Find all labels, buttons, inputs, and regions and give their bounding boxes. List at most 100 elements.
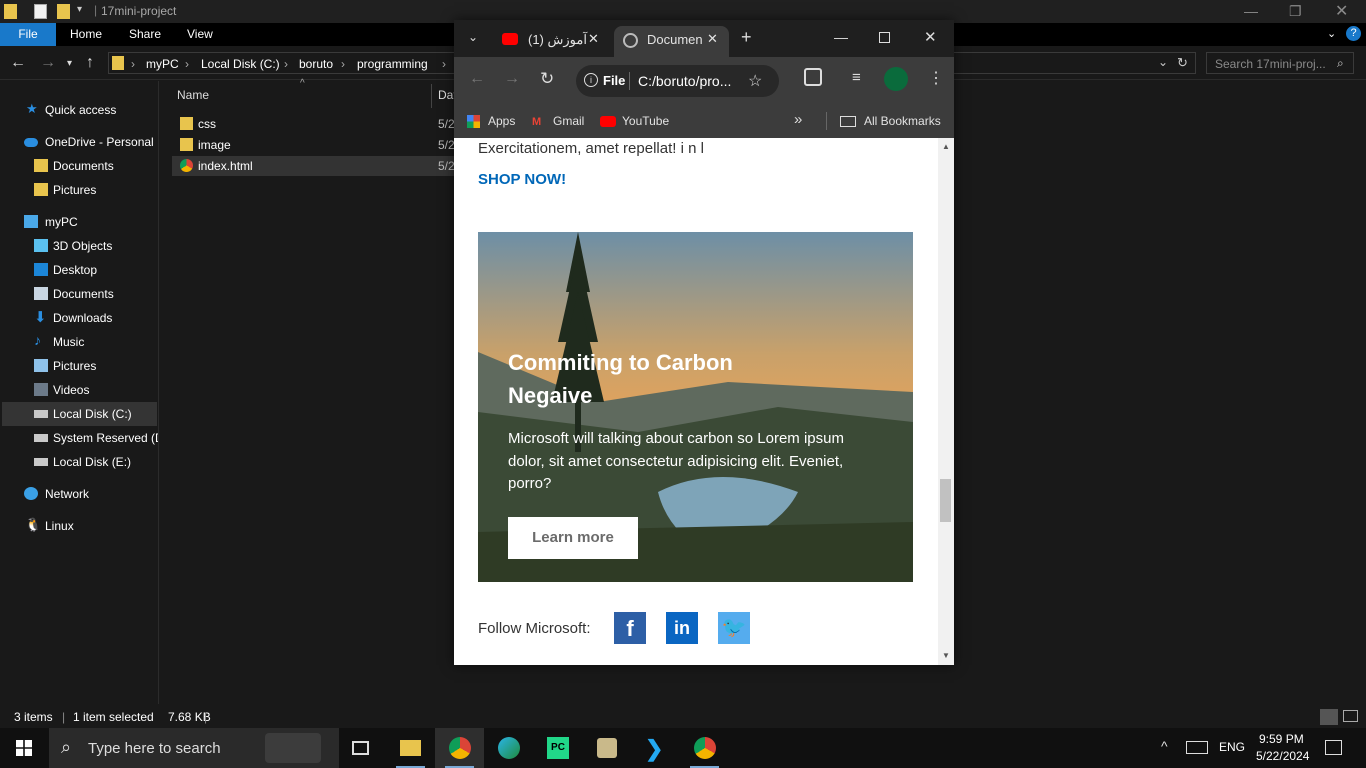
drive-icon — [34, 410, 48, 418]
recent-locations-icon[interactable]: ▾ — [67, 58, 72, 69]
omnibox[interactable]: i File C:/boruto/pro... ☆ — [576, 65, 779, 97]
taskbar-file-explorer[interactable] — [386, 728, 435, 768]
bookmark-star-icon[interactable]: ☆ — [748, 71, 762, 91]
tab-close-icon[interactable]: ✕ — [707, 31, 718, 47]
taskbar-edge[interactable] — [484, 728, 533, 768]
help-icon[interactable]: ? — [1346, 26, 1361, 41]
refresh-icon[interactable]: ↻ — [1177, 55, 1188, 71]
column-header-name[interactable]: Name — [177, 88, 209, 102]
up-icon[interactable]: ↑ — [86, 54, 94, 72]
profile-avatar[interactable] — [884, 67, 908, 91]
scroll-down-icon[interactable]: ▼ — [942, 651, 950, 660]
large-icons-view-icon[interactable] — [1343, 710, 1358, 722]
twitter-icon[interactable]: 🐦 — [718, 612, 750, 644]
taskbar-chrome[interactable] — [680, 728, 729, 768]
nav-item-network[interactable]: Network — [0, 482, 158, 506]
linkedin-icon[interactable]: in — [666, 612, 698, 644]
nav-item-local-disk-e[interactable]: Local Disk (E:) — [0, 450, 158, 474]
nav-item-local-disk-c[interactable]: Local Disk (C:) — [2, 402, 157, 426]
quick-access-dropdown-icon[interactable]: ▾ — [77, 4, 82, 15]
back-icon[interactable]: ← — [10, 54, 26, 72]
tab-share[interactable]: Share — [129, 23, 161, 46]
new-folder-icon[interactable] — [57, 4, 70, 19]
language-indicator[interactable]: ENG — [1219, 740, 1245, 754]
omnibox-url[interactable]: C:/boruto/pro... — [638, 73, 731, 89]
taskbar-chrome-dev[interactable] — [435, 728, 484, 768]
chrome-menu-icon[interactable]: ⋮ — [928, 68, 944, 88]
nav-item-od-pictures[interactable]: Pictures — [0, 178, 158, 202]
file-row-image[interactable]: image 5/2 — [172, 135, 458, 155]
clock-time[interactable]: 9:59 PM — [1259, 732, 1304, 746]
notification-center-icon[interactable] — [1325, 740, 1342, 755]
nav-item-od-documents[interactable]: Documents — [0, 154, 158, 178]
scroll-up-icon[interactable]: ▲ — [942, 142, 950, 151]
forward-icon[interactable]: → — [40, 54, 56, 72]
search-input[interactable]: Search 17mini-proj... ⌕ — [1206, 52, 1354, 74]
nav-item-onedrive[interactable]: OneDrive - Personal — [0, 130, 158, 154]
taskbar-installer[interactable] — [582, 728, 631, 768]
back-icon[interactable]: ← — [469, 70, 485, 88]
nav-item-3d-objects[interactable]: 3D Objects — [0, 234, 158, 258]
site-info-icon[interactable]: i — [584, 73, 598, 87]
breadcrumb-item-mypc[interactable]: myPC — [146, 57, 179, 71]
task-view-icon[interactable] — [336, 728, 385, 768]
breadcrumb-item-local-disk[interactable]: Local Disk (C:) — [201, 57, 280, 71]
shop-now-link[interactable]: SHOP NOW! — [478, 171, 566, 188]
learn-more-button[interactable]: Learn more — [508, 517, 638, 559]
minimize-icon[interactable]: — — [834, 29, 848, 45]
taskbar-search-box[interactable]: ⌕ Type here to search — [49, 728, 339, 768]
media-controls-icon[interactable]: ≡ — [852, 69, 861, 86]
new-tab-icon[interactable]: + — [741, 27, 752, 48]
bookmarks-divider — [826, 112, 827, 130]
file-row-index-html[interactable]: index.html 5/2 — [172, 156, 458, 176]
nav-item-quick-access[interactable]: ★ Quick access — [0, 98, 158, 122]
nav-item-videos[interactable]: Videos — [0, 378, 158, 402]
taskbar-vscode[interactable]: ❯ — [631, 728, 680, 768]
tab-close-icon[interactable]: ✕ — [588, 31, 599, 47]
breadcrumb-item-boruto[interactable]: boruto — [299, 57, 333, 71]
nav-item-linux[interactable]: 🐧 Linux — [0, 514, 158, 538]
windows-start-icon[interactable] — [16, 740, 32, 756]
nav-item-documents[interactable]: Documents — [0, 282, 158, 306]
expand-ribbon-icon[interactable]: ⌄ — [1327, 23, 1336, 46]
tab-youtube[interactable]: (1) آموزش ✕ — [494, 26, 609, 57]
file-row-css[interactable]: css 5/2 — [172, 114, 458, 134]
breadcrumb-item-programming[interactable]: programming — [357, 57, 428, 71]
nav-item-system-reserved[interactable]: System Reserved (D — [0, 426, 158, 450]
reload-icon[interactable]: ↻ — [540, 69, 554, 89]
nav-item-downloads[interactable]: ⬇ Downloads — [0, 306, 158, 330]
close-icon[interactable]: ✕ — [1335, 1, 1348, 21]
touch-keyboard-icon[interactable] — [1186, 741, 1208, 754]
forward-icon[interactable]: → — [504, 70, 520, 88]
tab-search-icon[interactable]: ⌄ — [468, 30, 478, 44]
page-scrollbar[interactable]: ▲ ▼ — [938, 138, 954, 665]
restore-icon[interactable]: ❐ — [1289, 3, 1302, 20]
nav-item-music[interactable]: ♪ Music — [0, 330, 158, 354]
more-bookmarks-icon[interactable]: » — [794, 111, 802, 128]
taskbar-pycharm[interactable]: PC — [533, 728, 582, 768]
tab-file[interactable]: File — [0, 23, 56, 46]
breadcrumb[interactable]: › myPC › Local Disk (C:) › boruto › prog… — [108, 52, 458, 74]
facebook-icon[interactable]: f — [614, 612, 646, 644]
scrollbar-thumb[interactable] — [940, 479, 951, 522]
bookmark-gmail[interactable]: Gmail — [553, 114, 584, 128]
tab-home[interactable]: Home — [70, 23, 102, 46]
nav-item-mypc[interactable]: myPC — [0, 210, 158, 234]
show-hidden-icons-icon[interactable]: ^ — [1161, 738, 1168, 754]
tab-document[interactable]: Documen ✕ — [614, 26, 729, 57]
maximize-icon[interactable] — [879, 32, 890, 43]
column-divider[interactable] — [431, 84, 432, 108]
address-dropdown-icon[interactable]: ⌄ — [1158, 55, 1168, 69]
tab-view[interactable]: View — [187, 23, 213, 46]
details-view-icon[interactable] — [1320, 709, 1338, 725]
clock-date[interactable]: 5/22/2024 — [1256, 749, 1309, 763]
close-icon[interactable]: ✕ — [924, 28, 937, 46]
extensions-icon[interactable] — [804, 68, 822, 86]
bookmark-apps[interactable]: Apps — [488, 114, 515, 128]
bookmark-youtube[interactable]: YouTube — [622, 114, 669, 128]
properties-icon[interactable] — [34, 4, 47, 19]
nav-item-desktop[interactable]: Desktop — [0, 258, 158, 282]
minimize-icon[interactable]: — — [1244, 3, 1258, 19]
bookmark-all[interactable]: All Bookmarks — [864, 114, 941, 128]
nav-item-pictures[interactable]: Pictures — [0, 354, 158, 378]
